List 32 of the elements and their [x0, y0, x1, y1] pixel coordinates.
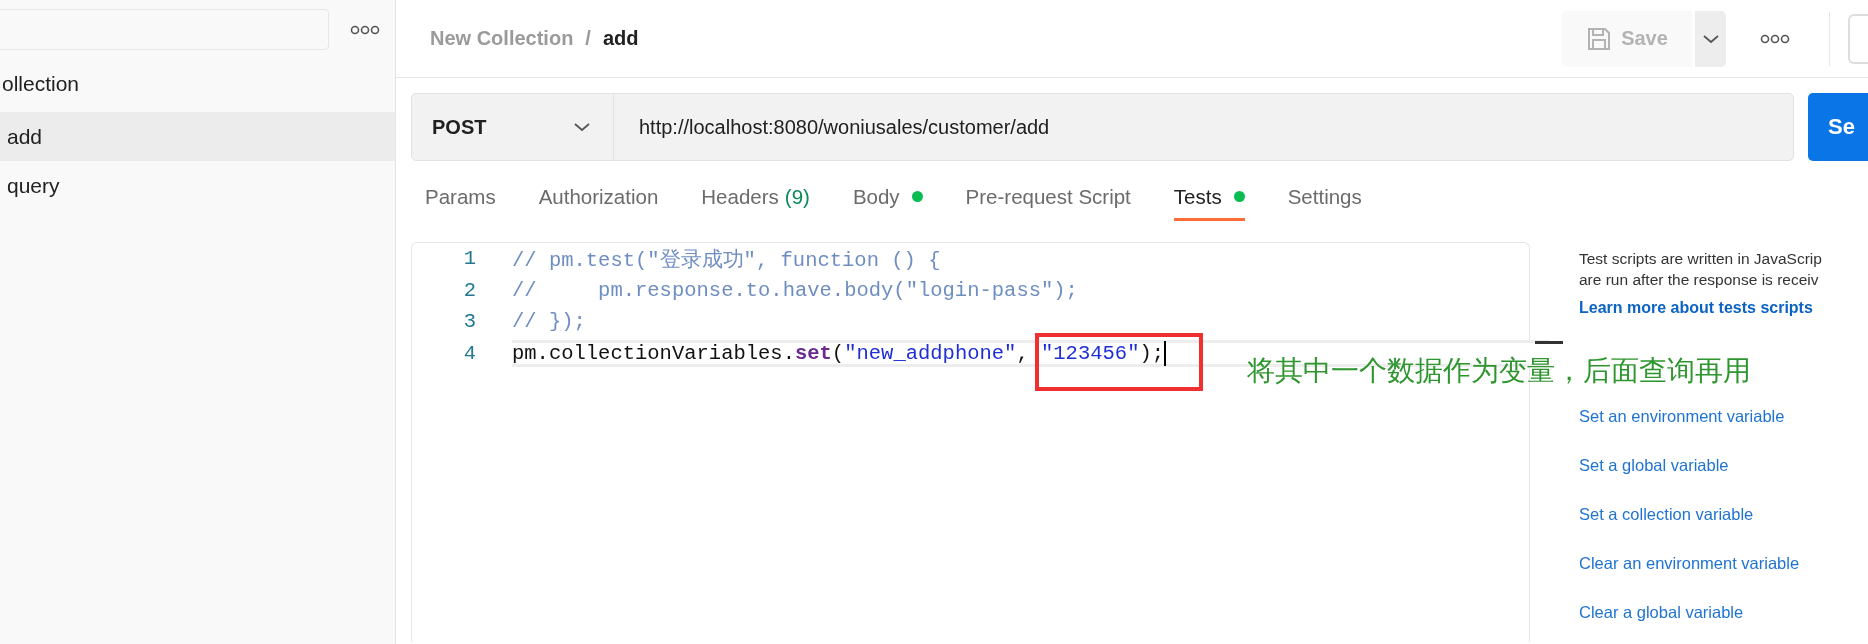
breadcrumb-separator: / [585, 27, 591, 50]
snippet-link[interactable]: Set a collection variable [1579, 503, 1867, 526]
line-number: 2 [462, 278, 476, 302]
snippet-link[interactable]: Clear an environment variable [1579, 552, 1867, 575]
code-line[interactable]: // pm.response.to.have.body("login-pass"); [512, 276, 1529, 304]
tab[interactable]: Headers (9) [701, 178, 810, 221]
tab[interactable]: Tests [1173, 178, 1245, 221]
caret-icon[interactable] [1695, 10, 1726, 67]
snippet-link[interactable]: Set an environment variable [1579, 405, 1867, 428]
collection-item[interactable]: ollection [2, 56, 80, 112]
snippet-link[interactable]: Clear a global variable [1579, 601, 1867, 624]
request-title: add [602, 27, 639, 50]
line-number: 3 [462, 310, 476, 334]
panel-button[interactable] [1848, 13, 1868, 64]
floppy-icon [1586, 25, 1613, 52]
request-item[interactable]: query [0, 161, 395, 210]
breadcrumb-link[interactable]: New Collection [430, 27, 574, 50]
request-item[interactable]: add [0, 112, 395, 161]
tab[interactable]: Body [852, 178, 923, 221]
line-number: 1 [462, 247, 476, 271]
description-text: Test scripts are written in JavaScrip are run after the response is receiv [1579, 249, 1823, 290]
tab[interactable]: Settings [1287, 178, 1362, 221]
scrollbar-mark [1535, 341, 1563, 344]
learn-more-link[interactable]: Learn more about tests scripts [1579, 296, 1867, 319]
tab[interactable]: Pre-request Script [965, 178, 1131, 221]
send-button[interactable]: Se [1808, 93, 1868, 161]
code-line[interactable]: // pm.test("登录成功", function () { [512, 245, 1529, 273]
tab[interactable]: Authorization [538, 178, 659, 221]
line-number: 4 [462, 341, 476, 365]
snippet-link[interactable]: Set a global variable [1579, 454, 1867, 477]
tab[interactable]: Params [425, 178, 496, 221]
code-line[interactable]: // }); [512, 308, 1529, 336]
